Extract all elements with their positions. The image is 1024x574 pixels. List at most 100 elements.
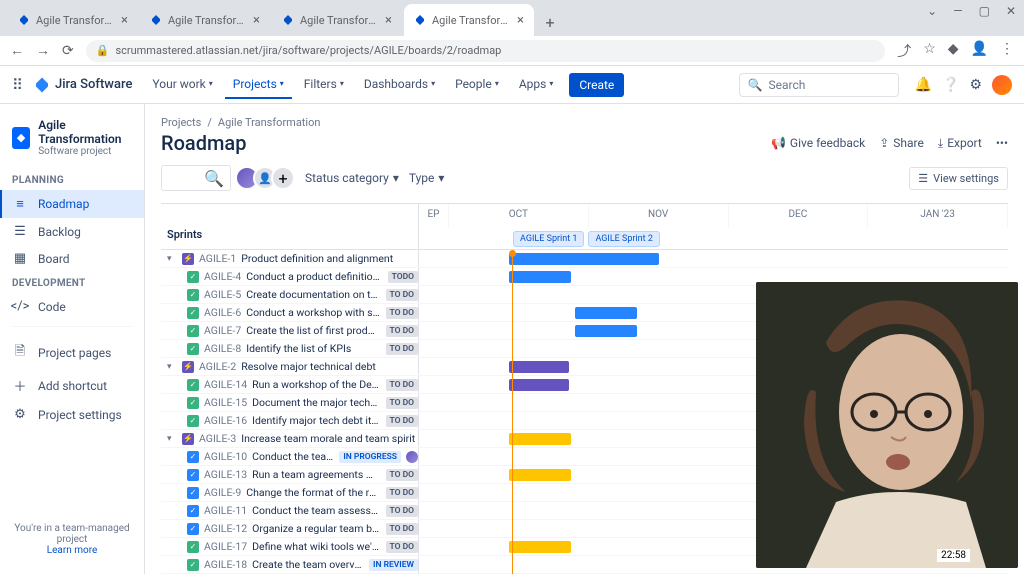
help-icon[interactable]: ❔ [942, 77, 959, 93]
issue-summary: Conduct the team self-assessment... [252, 450, 334, 463]
issue-key: AGILE-13 [204, 468, 247, 481]
user-avatar[interactable] [992, 75, 1012, 95]
issue-key: AGILE-16 [204, 414, 247, 427]
epic-bar[interactable] [509, 361, 569, 373]
task-icon: ✓ [187, 451, 199, 463]
issue-bar[interactable] [575, 307, 637, 319]
issue-summary: Identify major tech debt items to be add… [252, 414, 380, 427]
jira-logo[interactable]: Jira Software [33, 76, 132, 94]
epic-row[interactable]: ▾ ⚡ AGILE-1 Product definition and align… [161, 250, 1008, 268]
search-input[interactable]: 🔍 Search [739, 73, 899, 97]
share-button[interactable]: ⇪Share [879, 136, 924, 150]
epic-icon: ⚡ [182, 253, 194, 265]
issue-summary: Product definition and alignment [241, 252, 418, 265]
issue-summary: Define what wiki tools we'll use as a te… [252, 540, 380, 553]
task-icon: ✓ [187, 505, 199, 517]
development-section-label: DEVELOPMENT [0, 272, 144, 293]
give-feedback-button[interactable]: 📢Give feedback [771, 136, 865, 150]
url-text: scrummastered.atlassian.net/jira/softwar… [115, 44, 501, 57]
forward-icon[interactable]: → [36, 42, 50, 59]
nav-filters[interactable]: Filters▾ [296, 71, 352, 99]
learn-more-link[interactable]: Learn more [47, 545, 98, 556]
add-people-icon[interactable]: + [271, 166, 295, 190]
month-label: NOV [589, 204, 729, 228]
extension-icon[interactable]: ◆ [948, 41, 959, 61]
more-actions-button[interactable]: ••• [996, 136, 1008, 150]
tab-close-icon[interactable]: × [385, 13, 392, 28]
sidebar-label: Project pages [38, 346, 111, 360]
sidebar-item-add-shortcut[interactable]: ＋ Add shortcut [0, 370, 144, 401]
sidebar-item-project-settings[interactable]: ⚙ Project settings [0, 401, 144, 428]
epic-icon: ⚡ [182, 361, 194, 373]
epic-bar[interactable] [509, 433, 571, 445]
story-icon: ✓ [187, 343, 199, 355]
app-switcher-icon[interactable]: ⠿ [12, 76, 23, 94]
jira-favicon-icon [150, 14, 162, 26]
sidebar-label: Add shortcut [38, 379, 107, 393]
share-icon[interactable]: ⤴ [897, 41, 911, 61]
sidebar-item-code[interactable]: </> Code [0, 293, 144, 320]
sidebar-item-project-pages[interactable]: 🗎 Project pages [0, 336, 144, 370]
back-icon[interactable]: ← [10, 42, 24, 59]
breadcrumb: Projects / Agile Transformation [161, 116, 1008, 129]
more-icon[interactable]: ⋮ [1000, 41, 1014, 61]
maximize-icon[interactable]: ▢ [979, 4, 990, 18]
close-window-icon[interactable]: ✕ [1006, 4, 1016, 18]
type-filter[interactable]: Type▾ [409, 171, 445, 185]
page-title: Roadmap [161, 131, 771, 155]
settings-icon[interactable]: ⚙ [969, 77, 982, 93]
sprint-badge[interactable]: AGILE Sprint 1 [513, 231, 584, 247]
expand-icon[interactable]: ▾ [167, 434, 177, 444]
expand-icon[interactable]: ▾ [167, 254, 177, 264]
issue-bar[interactable] [509, 469, 571, 481]
assignee-filter[interactable]: 👤 + [241, 166, 295, 190]
filter-search-input[interactable]: 🔍 [161, 165, 231, 191]
issue-bar[interactable] [509, 271, 571, 283]
expand-icon[interactable]: ▾ [167, 362, 177, 372]
sidebar-item-roadmap[interactable]: ≡ Roadmap [0, 190, 144, 218]
profile-icon[interactable]: 👤 [971, 41, 988, 61]
issue-bar[interactable] [509, 379, 569, 391]
task-icon: ✓ [187, 523, 199, 535]
create-button[interactable]: Create [569, 73, 624, 97]
tab-close-icon[interactable]: × [121, 13, 128, 28]
export-button[interactable]: ⤓Export [938, 136, 982, 151]
issue-bar[interactable] [509, 541, 571, 553]
chevron-down-icon[interactable]: ⌄ [927, 4, 937, 18]
sidebar-item-board[interactable]: ▦ Board [0, 245, 144, 272]
jira-favicon-icon [414, 14, 426, 26]
nav-dashboards[interactable]: Dashboards▾ [356, 71, 443, 99]
project-sidebar: ◆ Agile Transformation Software project … [0, 104, 145, 574]
nav-your-work[interactable]: Your work▾ [144, 71, 220, 99]
tab-close-icon[interactable]: × [253, 13, 260, 28]
new-tab-button[interactable]: + [536, 8, 564, 36]
nav-projects[interactable]: Projects▾ [225, 71, 292, 99]
tab-close-icon[interactable]: × [517, 13, 524, 28]
browser-tab[interactable]: Agile Transformation - Agile bo × [140, 4, 270, 36]
address-bar[interactable]: 🔒 scrummastered.atlassian.net/jira/softw… [86, 40, 885, 62]
breadcrumb-project[interactable]: Agile Transformation [218, 116, 321, 129]
breadcrumb-projects[interactable]: Projects [161, 116, 201, 129]
chevron-down-icon: ▾ [393, 171, 399, 185]
browser-tab[interactable]: Agile Transformation - Agile bo × [272, 4, 402, 36]
nav-apps[interactable]: Apps▾ [511, 71, 562, 99]
nav-people[interactable]: People▾ [447, 71, 507, 99]
notifications-icon[interactable]: 🔔 [915, 77, 932, 93]
story-icon: ✓ [187, 289, 199, 301]
status-category-filter[interactable]: Status category▾ [305, 171, 399, 185]
status-badge: IN REVIEW [369, 559, 418, 571]
sprint-badge[interactable]: AGILE Sprint 2 [588, 231, 659, 247]
minimize-icon[interactable]: — [953, 4, 962, 18]
issue-key: AGILE-17 [204, 540, 247, 553]
issue-summary: Resolve major technical debt [241, 360, 418, 373]
project-header[interactable]: ◆ Agile Transformation Software project [0, 114, 144, 169]
reload-icon[interactable]: ⟳ [62, 43, 74, 59]
bookmark-icon[interactable]: ☆ [923, 41, 936, 61]
status-badge: TO DO [386, 505, 418, 517]
browser-tab-active[interactable]: Agile Transformation - Roadma × [404, 4, 534, 36]
browser-tab[interactable]: Agile Transformation - Agile b × [8, 4, 138, 36]
view-settings-button[interactable]: ☰View settings [909, 167, 1008, 190]
sidebar-item-backlog[interactable]: ☰ Backlog [0, 218, 144, 245]
issue-bar[interactable] [575, 325, 637, 337]
epic-bar[interactable] [509, 253, 659, 265]
